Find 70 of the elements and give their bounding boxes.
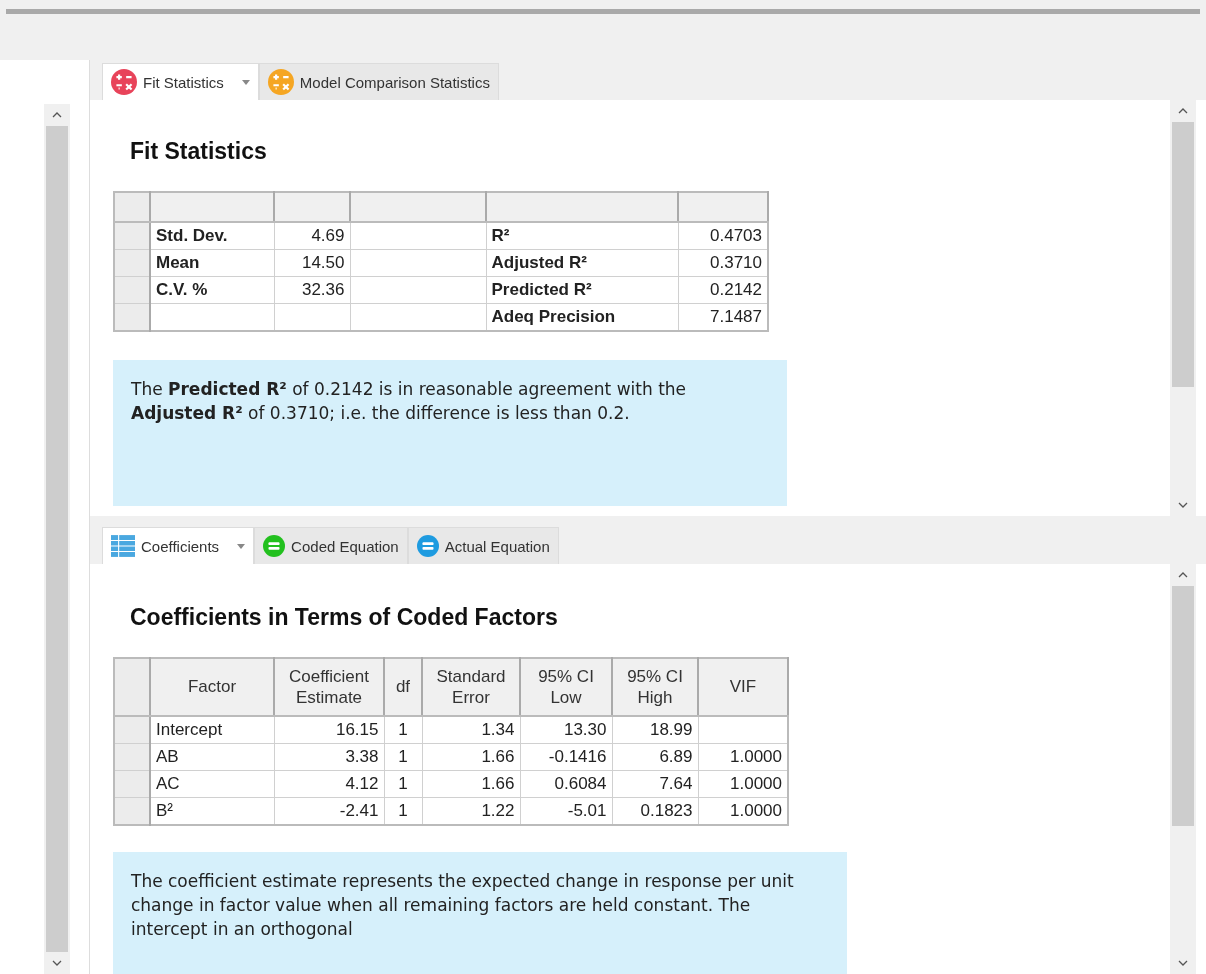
tab[interactable]: Fit Statistics — [102, 63, 259, 100]
section-title: Coefficients in Terms of Coded Factors — [130, 604, 559, 631]
table-cell: 0.4703 — [710, 226, 762, 245]
scroll-up-icon[interactable] — [1178, 572, 1188, 578]
table-cell: Intercept — [156, 720, 223, 739]
table-cell: Adjusted R² — [491, 253, 587, 272]
table-cell: 4.12 — [345, 774, 379, 793]
table-cell: AC — [156, 774, 180, 793]
table-cell: 1.66 — [481, 747, 515, 766]
scrollbar-thumb[interactable] — [46, 126, 68, 952]
scrollbar-thumb[interactable] — [1172, 122, 1194, 387]
column-header: df — [395, 677, 411, 697]
scroll-up-icon[interactable] — [52, 112, 62, 118]
tab[interactable]: Coefficients — [102, 527, 255, 564]
column-header: 95% CI High — [627, 666, 683, 707]
table-cell: B² — [156, 801, 173, 820]
table-cell: 1 — [398, 774, 408, 793]
table-cell: Adeq Precision — [491, 307, 616, 326]
table-cell: 1 — [398, 720, 408, 739]
table-cell: -2.41 — [339, 801, 379, 820]
table-cell: 1.0000 — [730, 801, 782, 820]
table-cell: 1.66 — [481, 774, 515, 793]
table-cell: 14.50 — [301, 253, 345, 272]
table-cell: 4.69 — [311, 226, 345, 245]
table-cell: 0.1823 — [640, 801, 693, 820]
table-cell: 1 — [398, 801, 408, 820]
table-cell: -5.01 — [567, 801, 607, 820]
scroll-down-icon[interactable] — [1178, 502, 1188, 508]
table-cell: 7.1487 — [710, 307, 762, 326]
caret-icon[interactable] — [241, 79, 250, 85]
table-cell: C.V. % — [156, 280, 208, 299]
scrollbar-thumb[interactable] — [1172, 586, 1194, 826]
scroll-down-icon[interactable] — [52, 960, 62, 966]
section-title: Fit Statistics — [130, 138, 268, 165]
table-cell: 1.0000 — [730, 747, 782, 766]
scrollbar[interactable] — [1170, 564, 1196, 974]
column-header: Factor — [187, 677, 237, 697]
caret-icon[interactable] — [237, 543, 246, 549]
tab[interactable]: Actual Equation — [407, 527, 559, 564]
column-header: 95% CI Low — [538, 666, 594, 707]
table-cell: 1.0000 — [730, 774, 782, 793]
table-cell: -0.1416 — [548, 747, 607, 766]
table-cell: Predicted R² — [491, 280, 592, 299]
scroll-down-icon[interactable] — [1178, 960, 1188, 966]
table-cell: R² — [491, 226, 510, 245]
table-cell: 6.89 — [659, 747, 693, 766]
info-text: The coefficient estimate represents the expected change in response per unit change in factor value when all remaining factors are held constant. The intercept in an orthogonal — [131, 870, 795, 941]
table-cell: Std. Dev. — [156, 226, 228, 245]
table-cell: 18.99 — [649, 720, 693, 739]
scrollbar[interactable] — [44, 104, 70, 974]
scroll-up-icon[interactable] — [1178, 108, 1188, 114]
table-cell: 16.15 — [335, 720, 379, 739]
column-header: VIF — [729, 677, 757, 697]
table-cell: AB — [156, 747, 179, 766]
table-cell: 1.22 — [481, 801, 515, 820]
info-text: The Predicted R² of 0.2142 is in reasonable agreement with the Adjusted R² of 0.3710; i.e. the difference is less than 0.2. — [131, 378, 688, 425]
table-cell: 32.36 — [301, 280, 345, 299]
column-header: Coefficient Estimate — [289, 666, 369, 707]
table-cell: 3.38 — [345, 747, 379, 766]
table-cell: 1.34 — [481, 720, 515, 739]
table-cell: 0.3710 — [710, 253, 762, 272]
column-header: Standard Error — [436, 666, 506, 707]
table-cell: 1 — [398, 747, 408, 766]
table-cell: 0.6084 — [554, 774, 607, 793]
table-cell: 7.64 — [659, 774, 693, 793]
table-cell: 0.2142 — [710, 280, 762, 299]
tab[interactable]: Model Comparison Statistics — [258, 63, 499, 100]
tab[interactable]: Coded Equation — [254, 527, 408, 564]
table-cell: 13.30 — [563, 720, 607, 739]
table-cell: Mean — [156, 253, 200, 272]
